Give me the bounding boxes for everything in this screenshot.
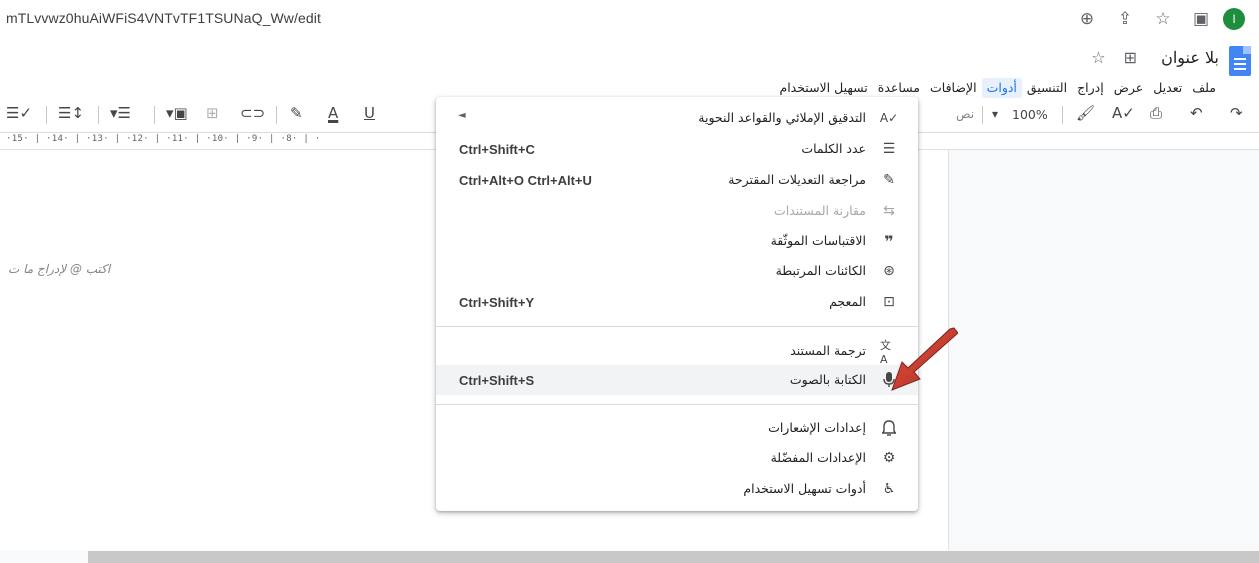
menu-view[interactable]: عرض — [1109, 78, 1148, 98]
linked-objects-icon: ⊛ — [883, 263, 895, 279]
menu-item-citations[interactable]: ❞ الاقتباسات الموثّقة — [436, 226, 918, 256]
tools-menu: A✓ التدقيق الإملائي والقواعد النحوية ◄ ☰… — [436, 97, 918, 511]
paint-format-icon[interactable]: 🖌 — [1076, 104, 1095, 122]
menu-item-compare-documents[interactable]: ⇆ مقارنة المستندات — [436, 196, 918, 226]
menu-item-review-edits[interactable]: ✎ مراجعة التعديلات المقترحة Ctrl+Alt+O C… — [436, 165, 918, 195]
menu-edit[interactable]: تعديل — [1148, 78, 1187, 98]
star-icon[interactable]: ☆ — [1147, 6, 1179, 32]
menu-item-shortcut: Ctrl+Alt+O Ctrl+Alt+U — [459, 173, 592, 188]
url-text[interactable]: mTLvvwz0huAiWFiS4VNTvTF1TSUNaQ_Ww/edit — [6, 10, 321, 26]
menu-item-linked-objects[interactable]: ⊛ الكائنات المرتبطة — [436, 256, 918, 286]
menu-item-word-count[interactable]: ☰ عدد الكلمات Ctrl+Shift+C — [436, 134, 918, 164]
text-color-icon[interactable]: A — [328, 104, 338, 122]
align-icon[interactable]: ▾☰ — [110, 104, 131, 122]
highlight-icon[interactable]: ✎ — [290, 104, 303, 122]
insert-image-icon[interactable]: ▾▣ — [166, 104, 188, 122]
preferences-icon: ⚙ — [882, 450, 896, 466]
sidebar-icon[interactable]: ▣ — [1185, 6, 1217, 32]
zoom-select[interactable]: 100% — [1012, 107, 1048, 122]
redo-icon[interactable]: ↷ — [1230, 104, 1243, 122]
menu-item-label: المعجم — [829, 294, 866, 309]
menu-item-label: ترجمة المستند — [790, 343, 866, 358]
menu-insert[interactable]: إدراج — [1072, 78, 1109, 98]
menu-bar: ملف تعديل عرض إدراج التنسيق أدوات الإضاف… — [774, 78, 1221, 98]
accessibility-icon: ♿ — [882, 481, 896, 497]
checklist-icon[interactable]: ☰✓ — [6, 104, 32, 122]
menu-divider — [436, 404, 918, 405]
menu-item-label: الاقتباسات الموثّقة — [770, 233, 866, 248]
link-icon[interactable]: ⊂⊃ — [240, 104, 265, 122]
menu-item-dictionary[interactable]: ⊡ المعجم Ctrl+Shift+Y — [436, 287, 918, 317]
spellcheck-icon: A✓ — [879, 111, 899, 125]
horizontal-scrollbar[interactable] — [88, 551, 1259, 563]
title-actions: ☆ ⊞ — [1091, 48, 1137, 67]
menu-format[interactable]: التنسيق — [1022, 78, 1072, 98]
menu-item-shortcut: Ctrl+Shift+C — [459, 142, 535, 157]
menu-item-label: إعدادات الإشعارات — [768, 420, 866, 435]
ruler-numbers: ·15· | ·14· | ·13· | ·12· | ·11· | ·10· … — [6, 134, 321, 144]
menu-item-label: التدقيق الإملائي والقواعد النحوية — [698, 110, 866, 125]
star-icon[interactable]: ☆ — [1091, 48, 1105, 67]
menu-item-label: الكتابة بالصوت — [789, 372, 866, 387]
insert-comment-icon[interactable]: ⊞ — [206, 104, 219, 122]
line-spacing-icon[interactable]: ☰↕ — [58, 104, 84, 122]
submenu-arrow-icon: ◄ — [458, 110, 466, 121]
move-to-folder-icon[interactable]: ⊞ — [1124, 48, 1137, 67]
spellcheck-icon[interactable]: A✓ — [1112, 104, 1135, 122]
review-edits-icon: ✎ — [883, 172, 895, 188]
menu-divider — [436, 326, 918, 327]
quote-icon: ❞ — [884, 231, 894, 251]
menu-addons[interactable]: الإضافات — [925, 78, 982, 98]
underline-icon[interactable]: U — [364, 104, 375, 122]
menu-item-notification-settings[interactable]: إعدادات الإشعارات — [436, 413, 918, 443]
menu-item-shortcut: Ctrl+Shift+Y — [459, 295, 535, 310]
placeholder-text: اكتب @ لإدراج ما ت — [8, 262, 111, 276]
menu-tools[interactable]: أدوات — [981, 78, 1022, 98]
menu-item-label: الكائنات المرتبطة — [775, 263, 866, 278]
style-select[interactable]: نص — [956, 107, 974, 121]
dictionary-icon: ⊡ — [883, 294, 895, 310]
menu-accessibility[interactable]: تسهيل الاستخدام — [774, 78, 872, 98]
bell-icon — [880, 419, 898, 437]
annotation-arrow-icon — [891, 327, 958, 391]
zoom-icon[interactable]: ⊕ — [1071, 6, 1103, 32]
docs-header: بلا عنوان ☆ ⊞ ملف تعديل عرض إدراج التنسي… — [0, 38, 1259, 98]
share-icon[interactable]: ⇪ — [1109, 6, 1141, 32]
avatar[interactable]: I — [1223, 8, 1245, 30]
menu-item-label: أدوات تسهيل الاستخدام — [743, 481, 866, 496]
zoom-dropdown-icon[interactable]: ▾ — [992, 107, 998, 121]
menu-item-voice-typing[interactable]: الكتابة بالصوت Ctrl+Shift+S — [436, 365, 918, 395]
docs-logo-icon[interactable] — [1229, 46, 1251, 76]
browser-address-bar: mTLvvwz0huAiWFiS4VNTvTF1TSUNaQ_Ww/edit ⊕… — [0, 0, 1259, 39]
menu-item-preferences[interactable]: ⚙ الإعدادات المفضّلة — [436, 443, 918, 473]
menu-item-label: مراجعة التعديلات المقترحة — [728, 172, 866, 187]
menu-item-accessibility-tools[interactable]: ♿ أدوات تسهيل الاستخدام — [436, 474, 918, 504]
menu-help[interactable]: مساعدة — [873, 78, 925, 98]
menu-item-label: مقارنة المستندات — [773, 203, 866, 218]
menu-item-shortcut: Ctrl+Shift+S — [459, 373, 535, 388]
menu-file[interactable]: ملف — [1187, 78, 1221, 98]
compare-icon: ⇆ — [883, 203, 895, 219]
menu-item-label: عدد الكلمات — [801, 141, 866, 156]
undo-icon[interactable]: ↶ — [1190, 104, 1203, 122]
print-icon[interactable]: ⎙ — [1150, 104, 1162, 122]
browser-actions: ⊕ ⇪ ☆ ▣ I — [1071, 6, 1245, 32]
menu-item-spellcheck[interactable]: A✓ التدقيق الإملائي والقواعد النحوية ◄ — [436, 103, 918, 133]
menu-item-label: الإعدادات المفضّلة — [770, 450, 866, 465]
document-title[interactable]: بلا عنوان — [1161, 48, 1219, 67]
menu-item-translate[interactable]: 文A ترجمة المستند — [436, 336, 918, 366]
word-count-icon: ☰ — [882, 141, 896, 157]
